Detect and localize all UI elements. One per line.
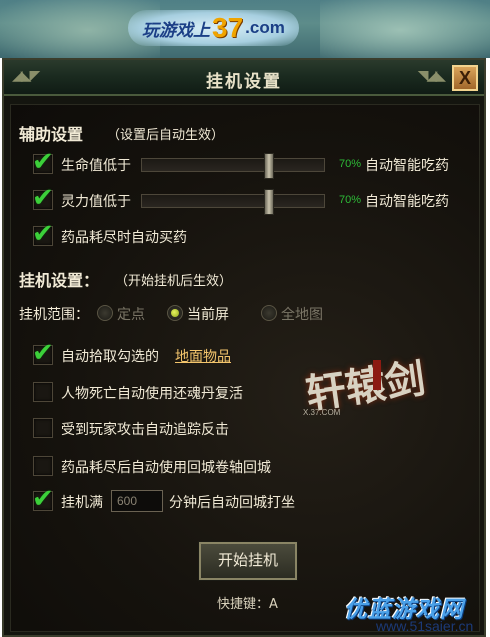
hangup-section-note: （开始挂机后生效） [115, 274, 233, 289]
dialog-content: 辅助设置 （设置后自动生效） ✔ 生命值低于 70% 自动智能吃药 ✔ 灵力值低… [10, 104, 480, 632]
pickup-checkbox[interactable]: ✔ [32, 340, 54, 366]
logo-number: 37 [212, 12, 244, 43]
game-logo-seal [373, 360, 381, 390]
hp-slider[interactable] [141, 153, 325, 179]
range-label: 挂机范围： [19, 307, 89, 323]
mp-slider[interactable] [141, 189, 325, 215]
hp-checkbox[interactable]: ✔ [32, 149, 54, 175]
ornament-right-icon: ◥◢◣ [417, 68, 446, 84]
game-logo-art: 轩辕剑 X.37.COM [303, 340, 443, 430]
dialog-title-bar[interactable]: ◢◣◤ 挂机设置 ◥◢◣ X [4, 60, 484, 96]
hangup-section-title: 挂机设置： [19, 271, 100, 290]
logo-prefix: 玩游戏上 [142, 20, 210, 41]
close-button[interactable]: X [452, 65, 478, 91]
site-watermark: 优蓝游戏网 www.51saier.cn [344, 590, 490, 637]
counter-attack-label: 受到玩家攻击自动追踪反击 [61, 422, 229, 438]
top-banner: 玩游戏上 37 .com [0, 0, 490, 58]
ground-items-link[interactable]: 地面物品 [175, 346, 231, 366]
mp-percent: 70% [339, 194, 362, 206]
radio-whole-map-label: 全地图 [281, 307, 323, 323]
mp-label: 灵力值低于 [61, 194, 131, 210]
hp-label: 生命值低于 [61, 158, 131, 174]
radio-current-screen[interactable] [167, 305, 183, 321]
game-logo-site: X.37.COM [303, 408, 341, 417]
hp-percent: 70% [339, 158, 362, 170]
radio-fixed-point[interactable] [97, 305, 113, 321]
checkmark-icon: ✔ [32, 183, 54, 213]
site-logo[interactable]: 玩游戏上 37 .com [128, 10, 299, 46]
assist-section-title: 辅助设置 [19, 125, 84, 144]
assist-section-note: （设置后自动生效） [107, 128, 225, 143]
radio-fixed-point-label: 定点 [117, 307, 145, 323]
radio-selected-dot [171, 309, 179, 317]
mp-checkbox[interactable]: ✔ [32, 185, 54, 211]
logo-suffix: .com [245, 18, 285, 37]
hp-slider-thumb[interactable] [264, 153, 274, 179]
return-scroll-label: 药品耗尽后自动使用回城卷轴回城 [61, 460, 271, 476]
pickup-label: 自动拾取勾选的 [61, 349, 159, 365]
revive-label: 人物死亡自动使用还魂丹复活 [61, 386, 243, 402]
site-watermark-url: www.51saier.cn [376, 618, 474, 634]
mp-slider-thumb[interactable] [264, 189, 274, 215]
checkmark-icon: ✔ [32, 484, 54, 514]
checkmark-icon: ✔ [32, 338, 54, 368]
timer-label-suffix: 分钟后自动回城打坐 [169, 495, 295, 511]
checkmark-icon: ✔ [32, 147, 54, 177]
timer-label-prefix: 挂机满 [61, 495, 103, 511]
buy-potion-checkbox[interactable]: ✔ [32, 221, 54, 247]
hotkey-hint: 快捷键：A [217, 597, 278, 612]
hp-action: 自动智能吃药 [365, 158, 449, 174]
counter-attack-checkbox[interactable] [33, 418, 53, 438]
radio-whole-map[interactable] [261, 305, 277, 321]
timer-minutes-input[interactable]: 600 [111, 490, 163, 512]
hangup-settings-dialog: ◢◣◤ 挂机设置 ◥◢◣ X 辅助设置 （设置后自动生效） ✔ 生命值低于 70… [2, 58, 486, 637]
return-scroll-checkbox[interactable] [33, 456, 53, 476]
checkmark-icon: ✔ [32, 219, 54, 249]
radio-current-screen-label: 当前屏 [187, 307, 229, 323]
start-hangup-button[interactable]: 开始挂机 [198, 541, 298, 581]
mp-action: 自动智能吃药 [365, 194, 449, 210]
timer-checkbox[interactable]: ✔ [32, 486, 54, 512]
buy-potion-label: 药品耗尽时自动买药 [61, 230, 187, 246]
revive-checkbox[interactable] [33, 382, 53, 402]
